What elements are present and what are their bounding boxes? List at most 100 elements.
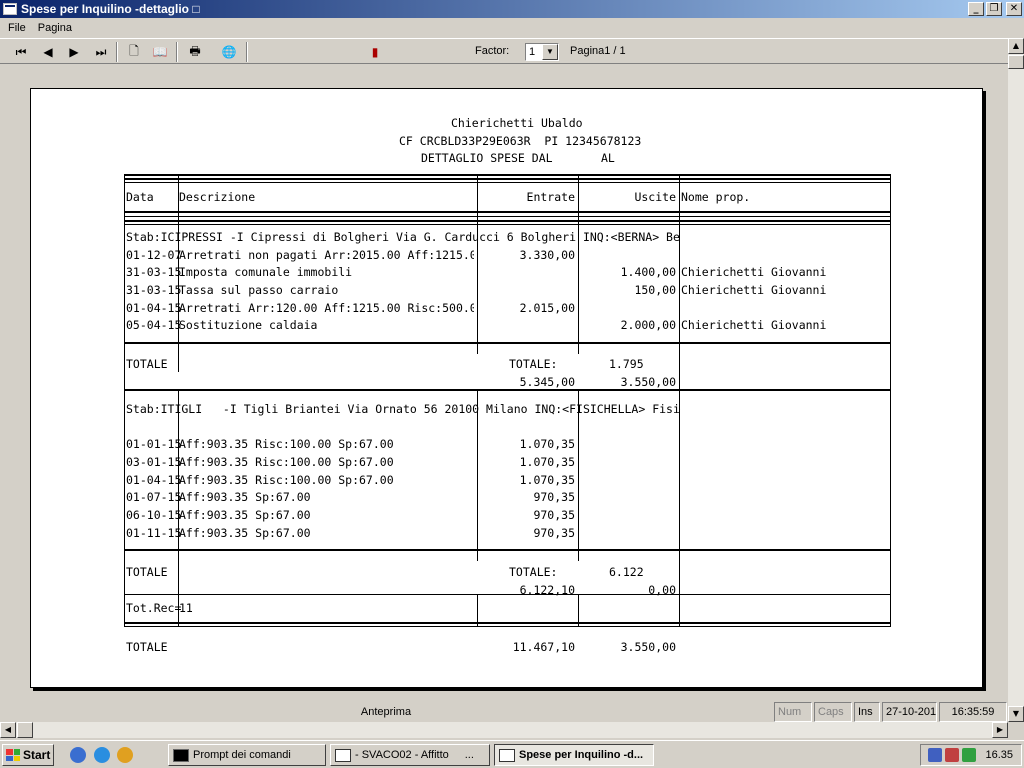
- rule: [124, 342, 890, 344]
- row-uscite: 150,00: [634, 283, 676, 297]
- rule: [124, 174, 890, 176]
- section-balance: 1.795: [609, 357, 644, 371]
- export-icon[interactable]: 🌐: [218, 42, 240, 62]
- report-owner-name: Chierichetti Ubaldo: [451, 116, 583, 130]
- minimize-button[interactable]: _: [968, 2, 984, 16]
- status-num: Num: [774, 702, 812, 722]
- section-total-colon-label: TOTALE:: [509, 357, 558, 371]
- last-page-icon[interactable]: ⏭: [90, 42, 112, 62]
- grand-total-label: TOTALE: [126, 640, 168, 654]
- task-prompt-dei-comandi[interactable]: Prompt dei comandi: [168, 744, 326, 766]
- title-bar[interactable]: Spese per Inquilino -dettaglio □ _ ❐ ✕: [0, 0, 1024, 18]
- chevron-down-icon[interactable]: ▼: [542, 44, 558, 60]
- tot-rec-label: Tot.Rec=: [126, 601, 182, 615]
- windows-logo-icon: [6, 749, 20, 761]
- vertical-scroll-thumb[interactable]: [1008, 55, 1024, 69]
- row-entrate: 3.330,00: [519, 248, 575, 262]
- scroll-left-icon[interactable]: ◀: [0, 722, 16, 738]
- status-time: 16:35:59: [939, 702, 1007, 722]
- row-date: 01-12-07: [126, 248, 182, 262]
- rule: [578, 594, 579, 627]
- col-header-descrizione: Descrizione: [179, 190, 256, 204]
- network-icon[interactable]: [928, 748, 943, 762]
- row-date: 05-04-15: [126, 318, 182, 332]
- tot-rec-value: 11: [179, 601, 193, 615]
- factor-select[interactable]: 1 ▼: [525, 43, 559, 61]
- rule: [124, 389, 890, 391]
- vertical-scrollbar[interactable]: ▲ ▼: [1008, 38, 1024, 722]
- row-entrate: 1.070,35: [519, 455, 575, 469]
- row-prop: Chierichetti Giovanni: [681, 318, 827, 332]
- restore-button[interactable]: ❐: [986, 2, 1002, 16]
- row-uscite: 1.400,00: [620, 265, 676, 279]
- task-svaco02-affitto[interactable]: - SVACO02 - Affitto ...: [330, 744, 490, 766]
- preview-area[interactable]: Chierichetti Ubaldo CF CRCBLD33P29E063R …: [0, 64, 1008, 700]
- row-prop: Chierichetti Giovanni: [681, 283, 827, 297]
- rule: [890, 174, 891, 389]
- row-date: 01-04-15: [126, 301, 182, 315]
- col-header-uscite: Uscite: [634, 190, 676, 204]
- rule: [124, 174, 125, 627]
- row-date: 01-01-15: [126, 437, 182, 451]
- menu-pagina[interactable]: Pagina: [32, 22, 78, 34]
- row-entrate: 970,35: [533, 490, 575, 504]
- next-page-icon[interactable]: ▶: [63, 42, 85, 62]
- row-uscite: 2.000,00: [620, 318, 676, 332]
- window-title: Spese per Inquilino -dettaglio □: [21, 2, 200, 16]
- rule: [124, 626, 890, 627]
- report-period: DETTAGLIO SPESE DAL AL: [421, 151, 615, 165]
- horizontal-scroll-thumb[interactable]: [17, 722, 33, 738]
- row-desc: Aff:903.35 Risc:100.00 Sp:67.00: [179, 437, 394, 451]
- rule: [124, 211, 890, 213]
- menu-file[interactable]: File: [2, 22, 32, 34]
- rule: [124, 622, 890, 624]
- menu-bar: File Pagina: [0, 18, 1024, 38]
- rule: [124, 216, 890, 217]
- row-desc: Tassa sul passo carraio: [179, 283, 339, 297]
- status-bar: Anteprima Num Caps Ins 27-10-2015 16:35:…: [0, 700, 1024, 722]
- section-total-colon-label: TOTALE:: [509, 565, 558, 579]
- show-desktop-icon[interactable]: [70, 747, 86, 763]
- row-desc: Arretrati Arr:120.00 Aff:1215.00 Risc:50…: [179, 301, 474, 315]
- start-button[interactable]: Start: [2, 744, 54, 766]
- printer-icon[interactable]: 🖶: [184, 42, 206, 62]
- previous-page-icon[interactable]: ◀: [37, 42, 59, 62]
- update-icon[interactable]: [962, 748, 977, 762]
- two-pages-icon[interactable]: 📖: [149, 42, 171, 62]
- row-prop: Chierichetti Giovanni: [681, 265, 827, 279]
- media-player-icon[interactable]: [117, 747, 133, 763]
- rule: [477, 174, 478, 354]
- scroll-right-icon[interactable]: ▶: [992, 722, 1008, 738]
- col-header-data: Data: [126, 190, 154, 204]
- exit-door-icon[interactable]: ▮: [364, 42, 386, 62]
- row-entrate: 1.070,35: [519, 473, 575, 487]
- rule: [124, 220, 890, 222]
- horizontal-scrollbar[interactable]: ◀ ▶: [0, 722, 1008, 738]
- single-page-icon[interactable]: 🗋: [123, 42, 145, 62]
- scroll-up-icon[interactable]: ▲: [1008, 38, 1024, 54]
- close-button[interactable]: ✕: [1006, 2, 1022, 16]
- task-spese-per-inquilino[interactable]: Spese per Inquilino -d...: [494, 744, 654, 766]
- row-desc: Aff:903.35 Risc:100.00 Sp:67.00: [179, 455, 394, 469]
- report-page: Chierichetti Ubaldo CF CRCBLD33P29E063R …: [30, 88, 983, 688]
- rule: [124, 224, 890, 225]
- security-icon[interactable]: [945, 748, 960, 762]
- row-date: 03-01-15: [126, 455, 182, 469]
- grand-total-uscite: 3.550,00: [620, 640, 676, 654]
- taskbar-clock: 16.35: [985, 749, 1013, 761]
- rule: [178, 174, 179, 372]
- section-total-uscite: 3.550,00: [620, 375, 676, 389]
- col-header-nome-prop: Nome prop.: [681, 190, 751, 204]
- row-desc: Aff:903.35 Sp:67.00: [179, 490, 311, 504]
- rule: [178, 389, 179, 627]
- first-page-icon[interactable]: ⏮: [10, 42, 32, 62]
- grand-total-entrate: 11.467,10: [512, 640, 575, 654]
- rule: [578, 174, 579, 354]
- section-stab-line: Stab:ICIPRESSI -I Cipressi di Bolgheri V…: [126, 230, 681, 244]
- row-desc: Arretrati non pagati Arr:2015.00 Aff:121…: [179, 248, 474, 262]
- rule: [477, 594, 478, 627]
- internet-explorer-icon[interactable]: [94, 747, 110, 763]
- row-date: 06-10-15: [126, 508, 182, 522]
- status-date: 27-10-2015: [882, 702, 937, 722]
- rule: [124, 182, 890, 183]
